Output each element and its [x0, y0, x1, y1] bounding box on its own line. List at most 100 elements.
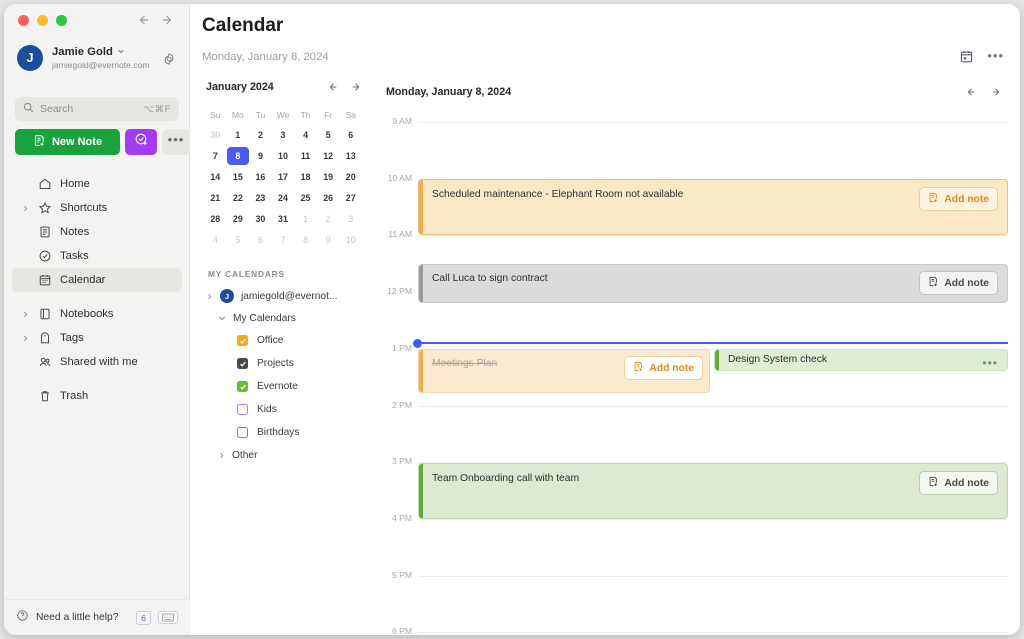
date-cell[interactable]: 2 [317, 210, 340, 228]
date-cell[interactable]: 22 [227, 189, 250, 207]
date-cell[interactable]: 17 [272, 168, 295, 186]
add-note-button[interactable]: Add note [624, 356, 703, 380]
minimize-button[interactable] [37, 15, 48, 26]
sidebar-item-calendar[interactable]: Calendar [12, 268, 182, 292]
sidebar-item-tags[interactable]: Tags [12, 326, 182, 350]
date-cell[interactable]: 23 [249, 189, 272, 207]
next-month-arrow-icon[interactable] [350, 81, 362, 93]
date-cell[interactable]: 25 [294, 189, 317, 207]
date-cell[interactable]: 1 [227, 126, 250, 144]
sidebar-item-shortcuts[interactable]: Shortcuts [12, 196, 182, 220]
date-cell[interactable]: 5 [317, 126, 340, 144]
gear-icon[interactable] [162, 52, 176, 71]
calendar-day-icon[interactable] [959, 49, 974, 69]
date-cell[interactable]: 9 [249, 147, 272, 165]
sidebar-item-home[interactable]: Home [12, 172, 182, 196]
chevron-down-icon[interactable] [117, 46, 125, 59]
date-cell[interactable]: 4 [204, 231, 227, 249]
date-cell[interactable]: 20 [339, 168, 362, 186]
new-note-button[interactable]: New Note [15, 129, 120, 155]
date-cell[interactable]: 3 [339, 210, 362, 228]
keyboard-icon[interactable] [158, 611, 178, 624]
calendar-item-kids[interactable]: Kids [190, 398, 374, 421]
sidebar-item-shared-with-me[interactable]: Shared with me [12, 350, 182, 374]
calendar-account-row[interactable]: J jamiegold@evernot... [190, 285, 374, 307]
chevron-right-icon[interactable] [206, 293, 213, 300]
calendar-item-evernote[interactable]: Evernote [190, 375, 374, 398]
date-cell[interactable]: 1 [294, 210, 317, 228]
calendar-item-projects[interactable]: Projects [190, 352, 374, 375]
chevron-down-icon[interactable] [218, 314, 226, 322]
calendar-checkbox[interactable] [237, 381, 248, 392]
date-cell[interactable]: 15 [227, 168, 250, 186]
ellipsis-icon[interactable]: ••• [982, 357, 998, 369]
forward-arrow-icon[interactable] [161, 13, 175, 27]
new-task-button[interactable] [125, 129, 157, 155]
date-cell[interactable]: 10 [339, 231, 362, 249]
date-cell[interactable]: 13 [339, 147, 362, 165]
chevron-right-icon[interactable] [22, 329, 29, 347]
calendar-other-row[interactable]: Other [190, 444, 374, 466]
date-cell[interactable]: 2 [249, 126, 272, 144]
date-cell[interactable]: 21 [204, 189, 227, 207]
date-cell[interactable]: 31 [272, 210, 295, 228]
date-cell[interactable]: 12 [317, 147, 340, 165]
date-cell[interactable]: 8 [294, 231, 317, 249]
sidebar-item-tasks[interactable]: Tasks [12, 244, 182, 268]
search-input[interactable]: Search ⌥⌘F [15, 97, 179, 121]
calendar-item-birthdays[interactable]: Birthdays [190, 421, 374, 444]
date-cell[interactable]: 29 [227, 210, 250, 228]
calendar-event-scheduled-maintenance[interactable]: Scheduled maintenance - Elephant Room no… [418, 179, 1008, 235]
sidebar-item-trash[interactable]: Trash [12, 384, 182, 408]
prev-day-arrow-icon[interactable] [965, 86, 977, 98]
date-cell[interactable]: 27 [339, 189, 362, 207]
date-cell[interactable]: 28 [204, 210, 227, 228]
date-cell[interactable]: 24 [272, 189, 295, 207]
date-cell[interactable]: 30 [204, 126, 227, 144]
calendar-event-call-luca[interactable]: Call Luca to sign contract Add note [418, 264, 1008, 303]
date-cell[interactable]: 19 [317, 168, 340, 186]
maximize-button[interactable] [56, 15, 67, 26]
date-cell[interactable]: 7 [272, 231, 295, 249]
next-day-arrow-icon[interactable] [990, 86, 1002, 98]
close-button[interactable] [18, 15, 29, 26]
calendar-checkbox[interactable] [237, 427, 248, 438]
chevron-right-icon[interactable] [218, 452, 225, 459]
add-note-button[interactable]: Add note [919, 271, 998, 295]
calendar-event-team-onboarding[interactable]: Team Onboarding call with team Add note [418, 463, 1008, 519]
date-cell[interactable]: 4 [294, 126, 317, 144]
calendar-checkbox[interactable] [237, 335, 248, 346]
date-cell[interactable]: 16 [249, 168, 272, 186]
date-cell[interactable]: 9 [317, 231, 340, 249]
prev-month-arrow-icon[interactable] [327, 81, 339, 93]
more-actions-button[interactable]: ••• [162, 129, 190, 155]
calendar-item-office[interactable]: Office [190, 329, 374, 352]
chevron-right-icon[interactable] [22, 305, 29, 323]
date-cell[interactable]: 5 [227, 231, 250, 249]
date-cell[interactable]: 30 [249, 210, 272, 228]
help-bar[interactable]: Need a little help? 6 [4, 599, 190, 635]
date-cell[interactable]: 10 [272, 147, 295, 165]
date-cell[interactable]: 14 [204, 168, 227, 186]
calendar-event-design-system-check[interactable]: Design System check ••• [714, 349, 1008, 371]
calendar-event-meetings-plan[interactable]: Meetings Plan Add note [418, 349, 710, 393]
date-cell[interactable]: 3 [272, 126, 295, 144]
calendar-group-row[interactable]: My Calendars [190, 307, 374, 329]
date-cell-selected[interactable]: 8 [226, 147, 250, 165]
calendar-checkbox[interactable] [237, 404, 248, 415]
back-arrow-icon[interactable] [136, 13, 150, 27]
date-cell[interactable]: 26 [317, 189, 340, 207]
sidebar-item-notes[interactable]: Notes [12, 220, 182, 244]
calendar-checkbox[interactable] [237, 358, 248, 369]
help-badge[interactable]: 6 [136, 610, 151, 625]
ellipsis-icon[interactable]: ••• [987, 49, 1004, 62]
sidebar-item-notebooks[interactable]: Notebooks [12, 302, 182, 326]
add-note-button[interactable]: Add note [919, 471, 998, 495]
date-cell[interactable]: 6 [339, 126, 362, 144]
date-cell[interactable]: 18 [294, 168, 317, 186]
date-cell[interactable]: 7 [204, 147, 227, 165]
date-cell[interactable]: 6 [249, 231, 272, 249]
chevron-right-icon[interactable] [22, 199, 29, 217]
question-circle-icon[interactable] [16, 609, 29, 627]
add-note-button[interactable]: Add note [919, 187, 998, 211]
